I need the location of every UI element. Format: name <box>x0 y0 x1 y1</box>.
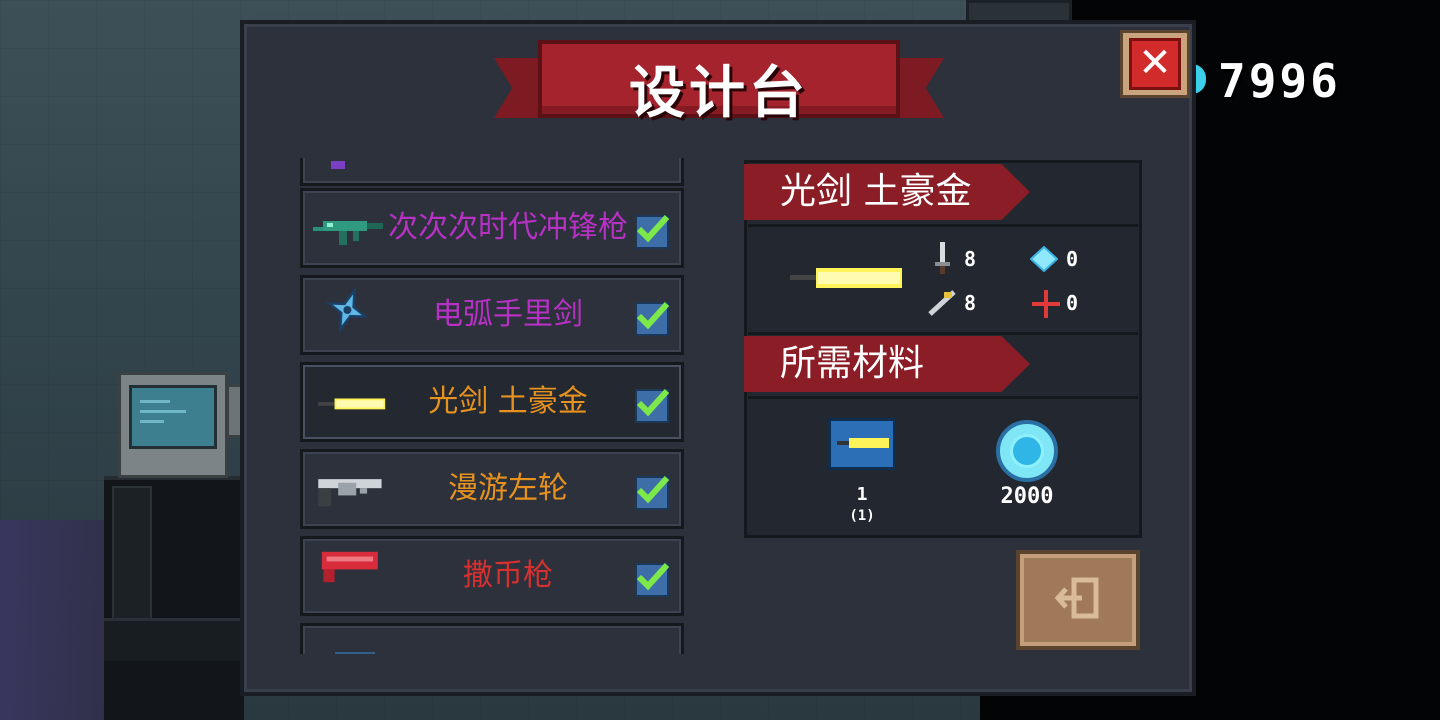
check-icon <box>635 388 670 423</box>
shuriken-icon <box>325 286 370 334</box>
smg-icon <box>313 221 383 245</box>
blueprint-count: 1 <box>856 484 868 505</box>
list-item-partial-bottom[interactable] <box>300 623 684 654</box>
weapon-name: 光剑 土豪金 <box>428 384 588 419</box>
monitor-screen <box>129 385 217 449</box>
sword-damage-icon <box>935 242 950 274</box>
divider <box>748 396 1138 399</box>
exit-icon <box>1054 577 1099 619</box>
check-icon <box>635 214 670 249</box>
divider <box>748 224 1138 227</box>
divider <box>748 332 1138 335</box>
critical-icon <box>928 290 956 316</box>
list-item-coin-gun[interactable]: 撒币枪 <box>300 536 684 616</box>
blueprint-owned: (1) <box>849 508 875 524</box>
weapon-name-ribbon: 光剑 土豪金 <box>744 164 1030 220</box>
gem-cost: 2000 <box>1000 484 1054 509</box>
list-item-smg[interactable]: 次次次时代冲锋枪 <box>300 188 684 268</box>
weapon-name: 漫游左轮 <box>448 471 568 506</box>
lightsaber-icon <box>318 398 386 410</box>
weapon-name: 次次次时代冲锋枪 <box>388 210 628 245</box>
coin-gun-icon <box>321 551 378 583</box>
weapon-name: 撒币枪 <box>463 558 553 593</box>
weapon-icon-blue <box>335 652 375 654</box>
gem-icon <box>996 420 1058 482</box>
materials-label: 所需材料 <box>780 343 925 384</box>
critical-value: 8 <box>964 291 977 315</box>
inaccuracy-value: 0 <box>1066 291 1079 315</box>
close-icon: ✕ <box>1129 38 1181 90</box>
energy-cost-value: 0 <box>1066 247 1079 271</box>
materials-ribbon: 所需材料 <box>744 336 1030 392</box>
close-button[interactable]: ✕ <box>1120 30 1190 98</box>
desk-shelf <box>104 618 244 661</box>
page-title: 设计台 <box>629 61 809 126</box>
computer-monitor <box>118 372 228 478</box>
blueprint-icon <box>828 418 896 470</box>
revolver-icon <box>318 479 382 507</box>
crosshair-icon <box>1032 290 1060 318</box>
energy-icon <box>1030 246 1058 272</box>
weapon-list[interactable]: 次次次时代冲锋枪 电弧手里剑 光剑 土豪金 漫游左轮 撒币枪 <box>296 158 692 654</box>
check-icon <box>635 475 670 510</box>
detail-weapon-name: 光剑 土豪金 <box>780 171 972 212</box>
exit-button[interactable] <box>1016 550 1140 650</box>
title-ribbon: 设计台 <box>494 40 944 136</box>
list-item-lightsaber-gold[interactable]: 光剑 土豪金 <box>300 362 684 442</box>
list-item-partial-top[interactable] <box>300 158 684 186</box>
lightsaber-preview-icon <box>790 268 902 288</box>
damage-value: 8 <box>964 247 977 271</box>
desk-leg <box>112 486 152 624</box>
list-item-shuriken[interactable]: 电弧手里剑 <box>300 275 684 355</box>
check-icon <box>635 301 670 336</box>
coin-count: 7996 <box>1218 54 1341 108</box>
weapon-name: 电弧手里剑 <box>433 297 583 332</box>
check-icon <box>635 562 670 597</box>
list-item-revolver[interactable]: 漫游左轮 <box>300 449 684 529</box>
